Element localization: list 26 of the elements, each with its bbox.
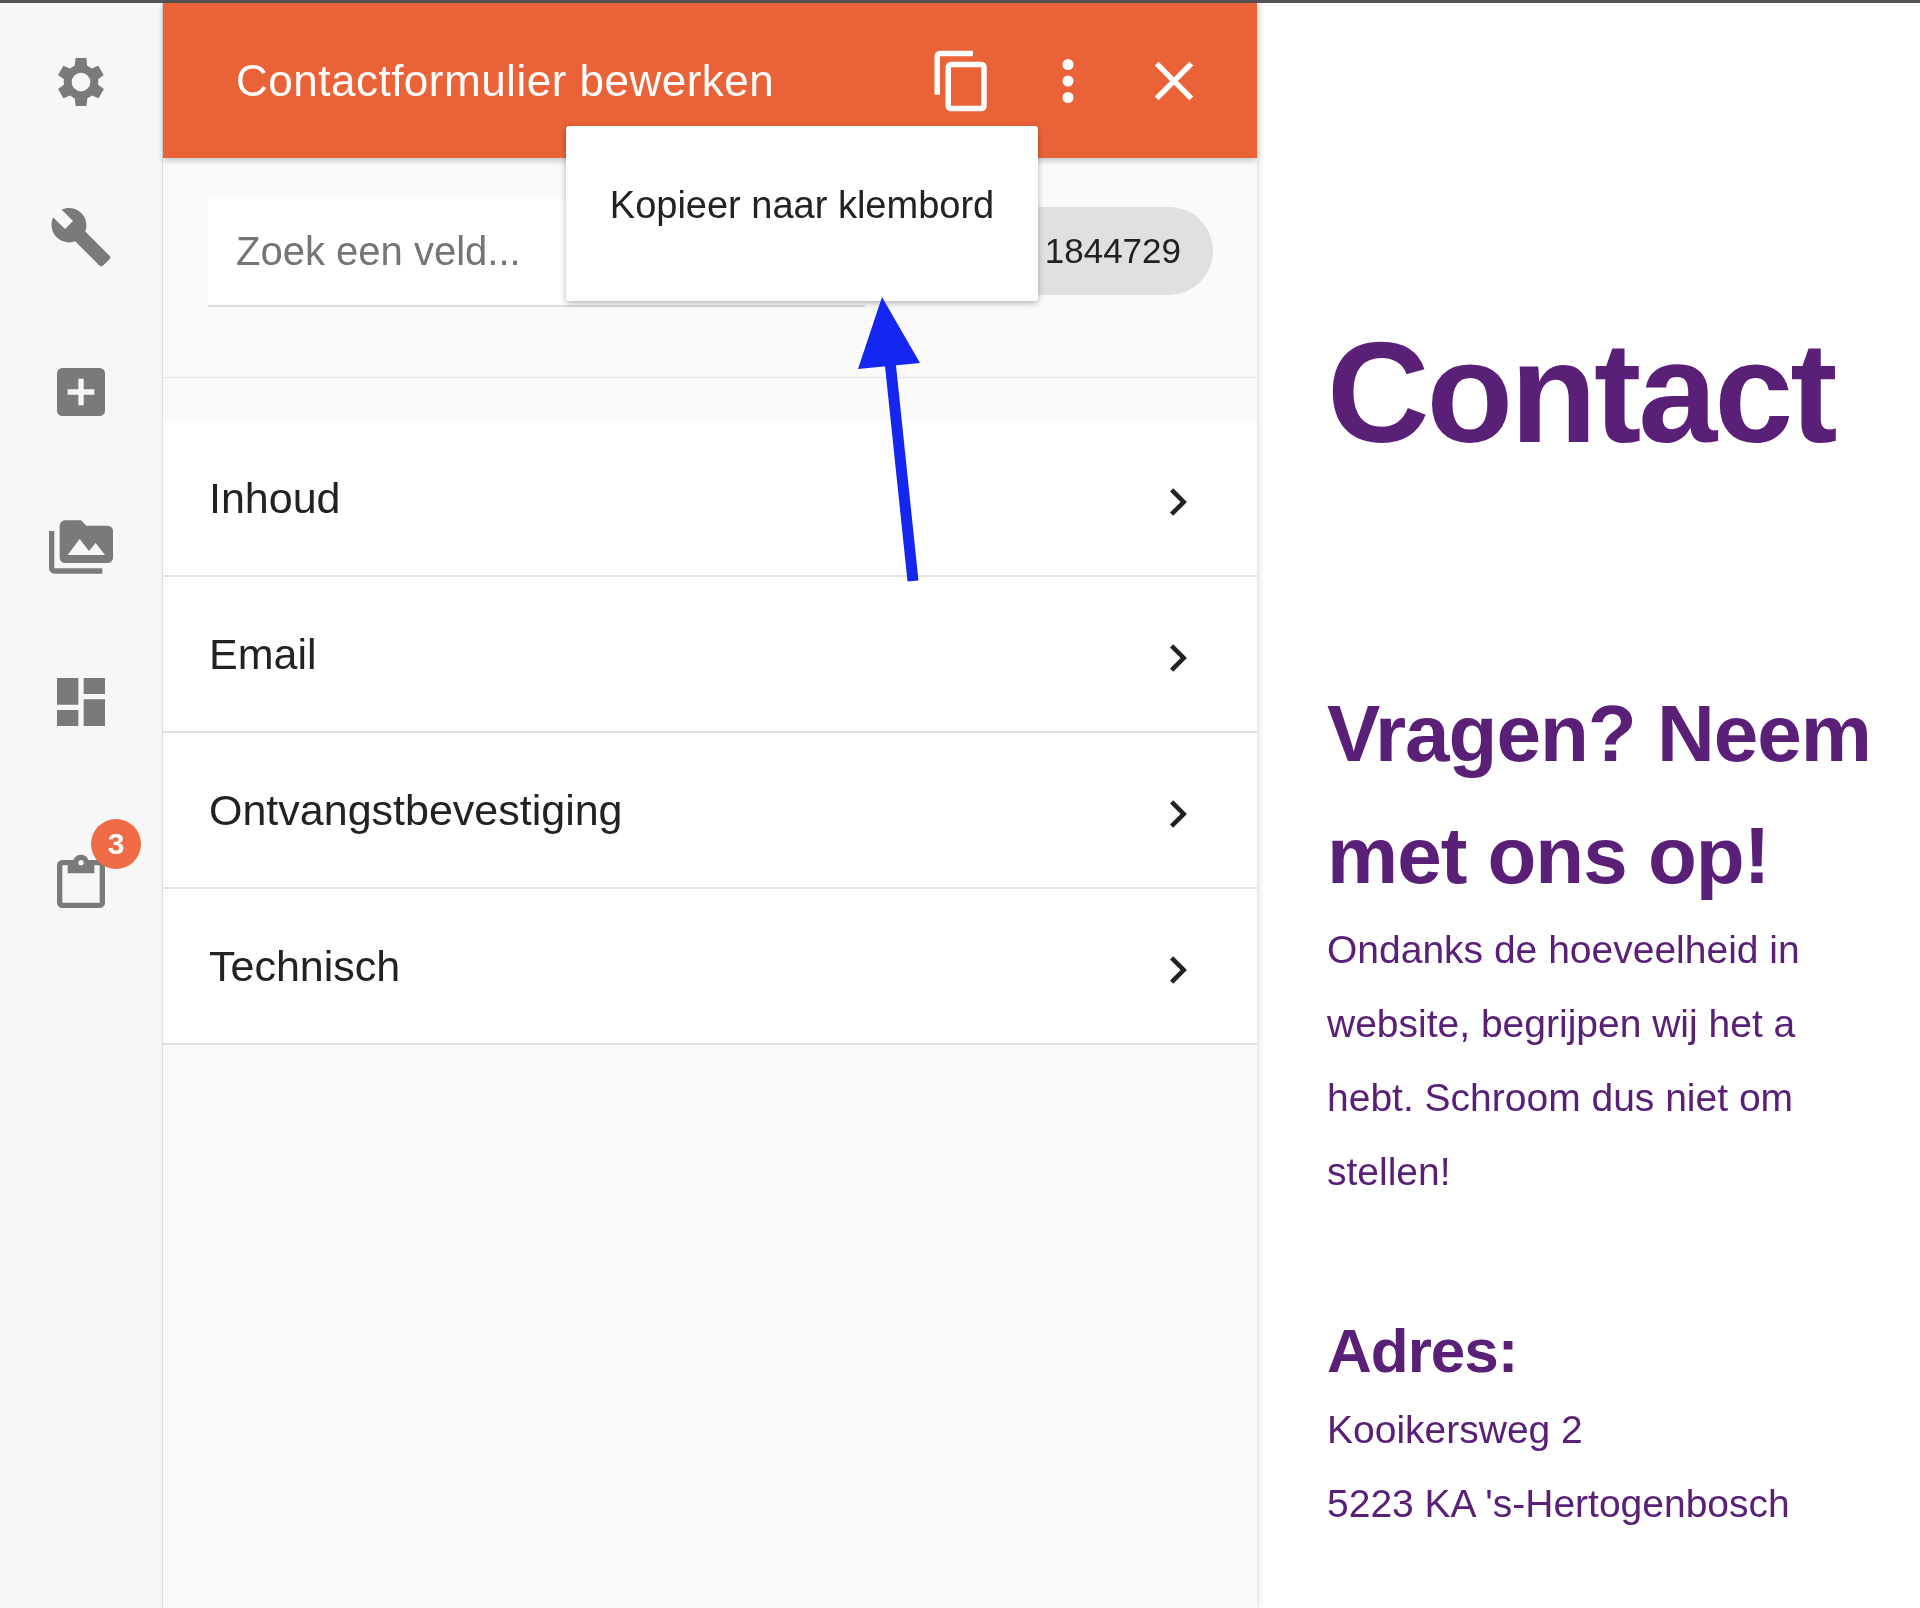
section-label: Ontvangstbevestiging <box>209 785 623 835</box>
section-label: Inhoud <box>209 473 341 523</box>
heading-line: met ons op! <box>1327 810 1771 902</box>
section-label: Email <box>209 629 317 679</box>
heading-line: Vragen? Neem <box>1327 688 1872 780</box>
wrench-icon[interactable] <box>49 205 113 269</box>
section-row[interactable]: Technisch <box>163 889 1257 1045</box>
address-label: Adres: <box>1327 1315 1519 1387</box>
chevron-icon <box>1170 800 1187 828</box>
tooltip: Kopieer naar klembord <box>566 126 1038 301</box>
paragraph-line: stellen! <box>1327 1149 1452 1195</box>
notification-badge: 3 <box>91 819 141 869</box>
paragraph-line: Ondanks de hoeveelheid in <box>1327 927 1801 973</box>
section-label: Technisch <box>209 941 401 991</box>
section-row[interactable]: Inhoud <box>163 421 1257 577</box>
chevron-icon <box>1170 488 1187 516</box>
panel-title: Contactformulier bewerken <box>236 55 775 106</box>
section-row[interactable]: Ontvangstbevestiging <box>163 733 1257 889</box>
paragraph-line: website, begrijpen wij het a <box>1327 1001 1797 1047</box>
chevron-icon <box>1170 956 1187 984</box>
page-title: Contact <box>1327 313 1837 473</box>
address-line: Kooikersweg 2 <box>1327 1407 1584 1453</box>
paragraph-line: hebt. Schroom dus niet om <box>1327 1075 1795 1121</box>
section-row[interactable]: Email <box>163 577 1257 733</box>
chevron-icon <box>1170 644 1187 672</box>
address-line: 5223 KA 's-Hertogenbosch <box>1327 1481 1791 1527</box>
